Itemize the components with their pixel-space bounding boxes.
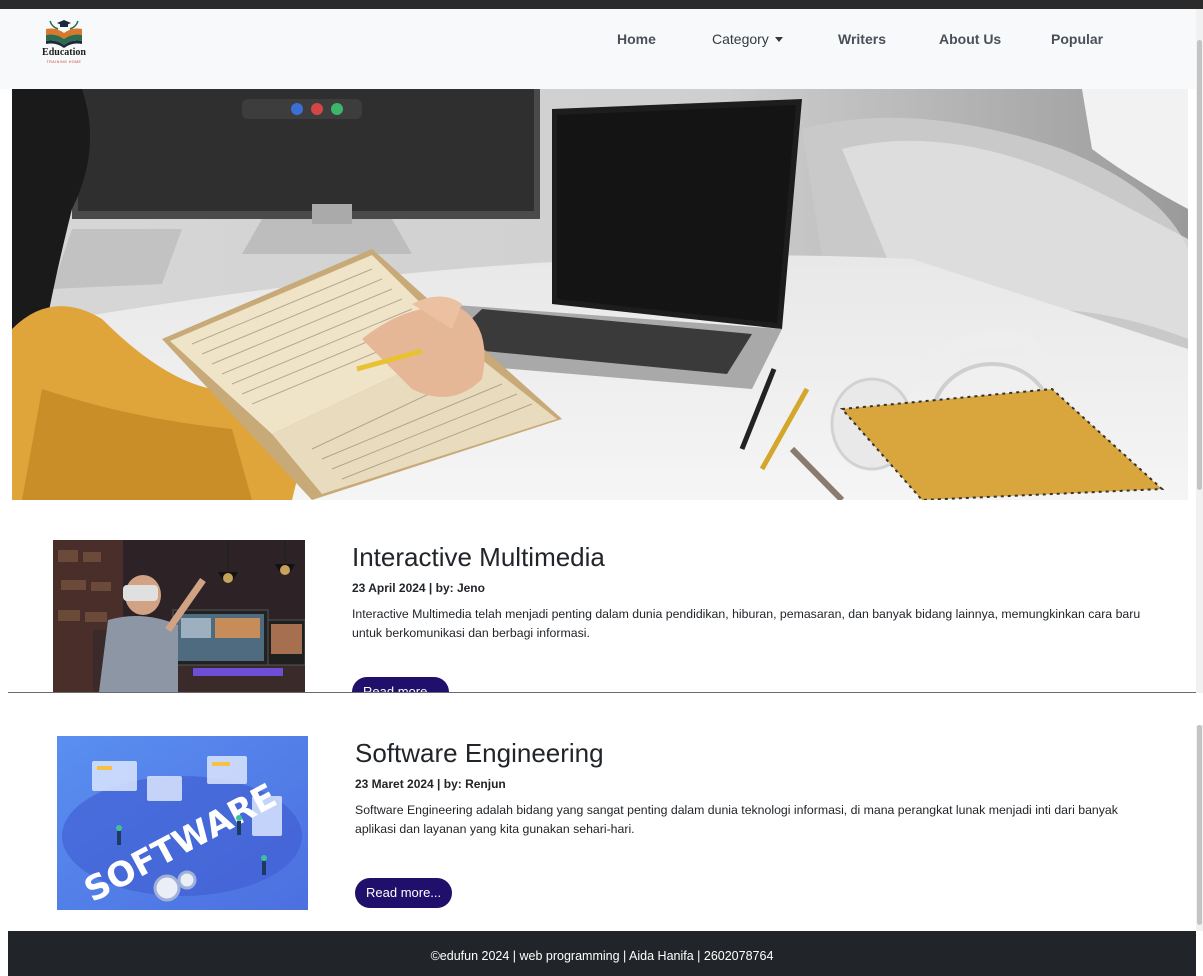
site-logo[interactable]: Education TRAINING HOME (38, 17, 90, 71)
logo-text: Education (42, 47, 86, 58)
footer-text: ©edufun 2024 | web programming | Aida Ha… (430, 949, 774, 963)
read-more-button[interactable]: Read more... (355, 878, 453, 908)
article-description: Software Engineering adalah bidang yang … (355, 803, 1118, 836)
footer: ©edufun 2024 | web programming | Aida Ha… (8, 931, 1196, 976)
article-title[interactable]: Interactive Multimedia (352, 542, 605, 573)
nav-category-label: Category (712, 31, 769, 47)
article-thumbnail (53, 540, 305, 692)
software-isometric-illustration-icon: SOFTWARE (57, 736, 308, 910)
nav-home[interactable]: Home (617, 31, 656, 47)
article-card-1-viewport: Interactive Multimedia 23 April 2024 | b… (0, 500, 1196, 692)
article-card: SOFTWARE Software Engineering 23 Maret 2… (0, 693, 1196, 931)
article-description: Interactive Multimedia telah menjadi pen… (352, 607, 1141, 640)
scrollbar-thumb-lower[interactable] (1197, 725, 1202, 925)
window-top-edge (0, 0, 1203, 9)
nav-about-us[interactable]: About Us (939, 31, 1001, 47)
logo-subtext: TRAINING HOME (46, 60, 82, 64)
article-meta: 23 April 2024 | by: Jeno (352, 581, 485, 595)
article-thumbnail: SOFTWARE (57, 736, 308, 910)
nav-writers[interactable]: Writers (838, 31, 886, 47)
hero-photo-icon (12, 89, 1188, 500)
page: Education TRAINING HOME Home Category Wr… (0, 0, 1203, 976)
article-title[interactable]: Software Engineering (355, 738, 604, 769)
nav-popular[interactable]: Popular (1051, 31, 1103, 47)
article-meta: 23 Maret 2024 | by: Renjun (355, 777, 506, 791)
nav-category-dropdown[interactable]: Category (712, 31, 783, 47)
caret-down-icon (774, 37, 783, 42)
scrollbar-thumb-upper[interactable] (1197, 40, 1202, 490)
vr-multimedia-photo-icon (53, 540, 305, 692)
read-more-button[interactable]: Read more... (352, 677, 450, 692)
logo-emblem-icon (46, 20, 82, 48)
article-card: Interactive Multimedia 23 April 2024 | b… (0, 500, 1196, 692)
hero-banner (12, 89, 1188, 500)
navbar: Education TRAINING HOME Home Category Wr… (0, 9, 1196, 89)
